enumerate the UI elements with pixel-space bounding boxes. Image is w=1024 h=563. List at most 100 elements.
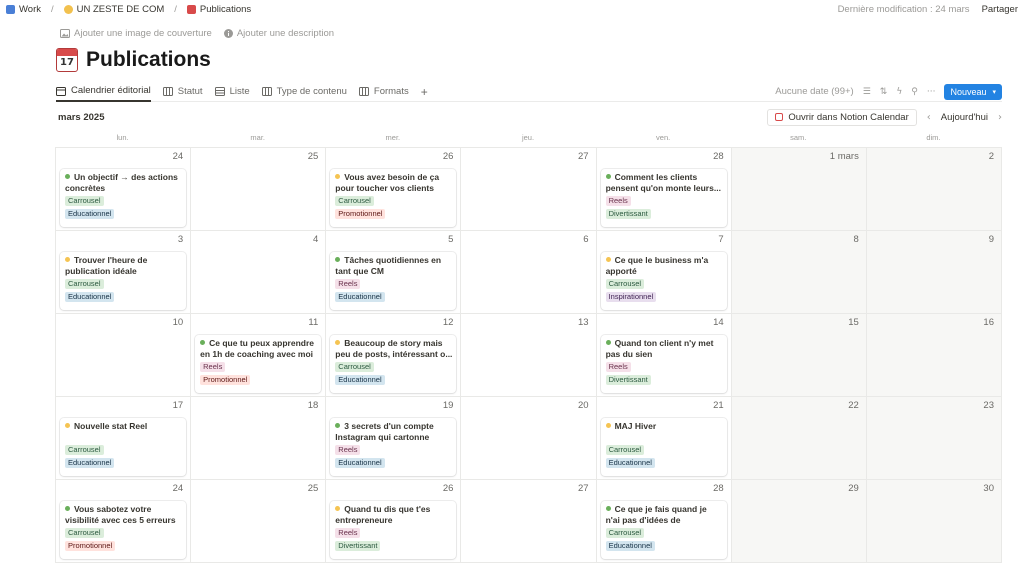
today-button[interactable]: Aujourd'hui [941,112,988,123]
calendar-day-cell[interactable]: 21 MAJ Hiver Carrousel Educationnel [596,397,732,480]
calendar-day-cell[interactable]: 24 Vous sabotez votre visibilité avec ces… [56,480,192,563]
calendar-day-cell[interactable]: 1 mars [731,148,867,231]
calendar-day-cell[interactable]: 11 Ce que tu peux apprendre en 1h de coac… [191,314,327,397]
filter-icon[interactable]: ☰ [863,87,871,97]
chevron-down-icon[interactable]: ▾ [992,88,996,96]
post-card[interactable]: MAJ Hiver Carrousel Educationnel [600,418,727,476]
search-icon[interactable]: ⚲ [911,87,918,97]
calendar-day-cell[interactable]: 3 Trouver l'heure de publication idéale Ca… [56,231,192,314]
post-card[interactable]: Trouver l'heure de publication idéale Car… [60,252,187,310]
calendar-day-cell[interactable]: 10 [56,314,192,397]
more-icon[interactable]: ··· [927,87,936,97]
calendar-emoji-icon[interactable]: 17 [56,48,78,72]
calendar-day-cell[interactable]: 13 [461,314,597,397]
status-dot-icon [65,174,70,179]
calendar-day-cell[interactable]: 23 [866,397,1002,480]
weekday-label: lun. [116,133,129,142]
add-cover-button[interactable]: Ajouter une image de couverture [60,28,212,39]
calendar-day-cell[interactable]: 28 Ce que je fais quand je n'ai pas d'idé… [596,480,732,563]
post-title-row: 3 secrets d'un compte Instagram qui cart… [335,421,452,442]
type-row: Educationnel [335,372,452,385]
calendar-day-cell[interactable]: 27 [461,148,597,231]
calendar-day-cell[interactable]: 20 [461,397,597,480]
tab-formats[interactable]: Formats [358,82,409,102]
post-card[interactable]: Quand ton client n'y met pas du sien Reel… [600,335,727,393]
day-number: 13 [577,317,589,328]
day-number: 16 [983,317,994,328]
post-title: Quand tu dis que t'es entrepreneure [335,504,431,525]
tab-liste[interactable]: Liste [214,82,250,102]
share-button[interactable]: Partager [982,4,1018,15]
breadcrumb: Work / UN ZESTE DE COM / Publications [6,4,251,15]
tab-calendrier-editorial[interactable]: Calendrier éditorial [56,82,151,102]
calendar-day-cell[interactable]: 30 [866,480,1002,563]
previous-month-button[interactable]: ‹ [927,112,931,123]
calendar-day-cell[interactable]: 18 [191,397,327,480]
day-number: 12 [442,317,454,328]
calendar-day-cell[interactable]: 12 Beaucoup de story mais peu de posts, i… [326,314,462,397]
calendar-day-cell[interactable]: 17 Nouvelle stat Reel Carrousel Educationne… [56,397,192,480]
post-card[interactable]: Vous sabotez votre visibilité avec ces 5… [60,501,187,559]
add-description-button[interactable]: Ajouter une description [223,28,334,39]
calendar-day-cell[interactable]: 26 Quand tu dis que t'es entrepreneure Ree… [326,480,462,563]
post-card[interactable]: Ce que le business m'a apporté Carrousel I… [600,252,727,310]
post-card[interactable]: 3 secrets d'un compte Instagram qui cart… [330,418,457,476]
no-date-button[interactable]: Aucune date (99+) [775,86,853,97]
calendar-day-cell[interactable]: 22 [731,397,867,480]
calendar-day-cell[interactable]: 14 Quand ton client n'y met pas du sien Re… [596,314,732,397]
breadcrumb-item-work[interactable]: Work [6,4,41,15]
post-card[interactable]: Un objectif → des actions concrètes Carro… [60,169,187,227]
month-label: mars 2025 [58,111,105,123]
tab-label: Formats [373,86,409,97]
calendar-day-cell[interactable]: 25 [191,480,327,563]
calendar-day-cell[interactable]: 16 [866,314,1002,397]
new-button[interactable]: Nouveau ▾ [944,83,1002,100]
day-number: 21 [713,400,724,411]
breadcrumb-item-publications[interactable]: Publications [186,4,251,15]
post-card[interactable]: Comment les clients pensent qu'on monte … [600,169,727,227]
post-card[interactable]: Tâches quotidiennes en tant que CM Reels E… [330,252,457,310]
day-number: 28 [713,483,724,494]
calendar-day-cell[interactable]: 9 [866,231,1002,314]
breadcrumb-item-zeste[interactable]: UN ZESTE DE COM [63,4,164,15]
type-tag: Divertissant [335,541,381,551]
calendar-day-cell[interactable]: 6 [461,231,597,314]
calendar-day-cell[interactable]: 2 [866,148,1002,231]
calendar-day-cell[interactable]: 5 Tâches quotidiennes en tant que CM Reels… [326,231,462,314]
post-title-row: Nouvelle stat Reel [65,421,182,442]
status-dot-icon [335,340,341,345]
calendar-day-cell[interactable]: 19 3 secrets d'un compte Instagram qui ca… [326,397,462,480]
calendar-day-cell[interactable]: 25 [191,148,327,231]
post-title-row: Quand tu dis que t'es entrepreneure [335,504,452,525]
calendar-day-cell[interactable]: 28 Comment les clients pensent qu'on mont… [596,148,732,231]
calendar-day-cell[interactable]: 27 [461,480,597,563]
automation-icon[interactable]: ϟ [896,87,902,97]
calendar-day-cell[interactable]: 26 Vous avez besoin de ça pour toucher vo… [326,148,462,231]
post-card[interactable]: Quand tu dis que t'es entrepreneure Reels… [330,501,457,559]
sort-icon[interactable]: ⇅ [880,87,888,97]
tab-type-de-contenu[interactable]: Type de contenu [261,82,347,102]
post-card[interactable]: Nouvelle stat Reel Carrousel Educationnel [60,418,187,476]
add-view-button[interactable]: + [421,85,428,99]
table-view-icon [214,87,225,96]
open-notion-calendar-button[interactable]: Ouvrir dans Notion Calendar [767,108,917,126]
type-row: Promotionnel [200,372,317,385]
breadcrumb-separator: / [174,3,177,15]
post-title: 3 secrets d'un compte Instagram qui cart… [335,421,434,442]
tab-statut[interactable]: Statut [162,82,203,102]
calendar-day-cell[interactable]: 24 Un objectif → des actions concrètes Car… [56,148,192,231]
next-month-button[interactable]: › [998,112,1002,123]
day-number: 6 [583,234,589,245]
post-title: Comment les clients pensent qu'on monte … [605,172,721,193]
page-header: 17 Publications [56,48,211,72]
post-card[interactable]: Vous avez besoin de ça pour toucher vos … [330,169,457,227]
calendar-day-cell[interactable]: 29 [731,480,867,563]
calendar-day-cell[interactable]: 4 [191,231,327,314]
post-card[interactable]: Beaucoup de story mais peu de posts, int… [330,335,457,393]
info-icon [223,29,233,38]
post-card[interactable]: Ce que je fais quand je n'ai pas d'idées… [600,501,727,559]
calendar-day-cell[interactable]: 8 [731,231,867,314]
calendar-day-cell[interactable]: 15 [731,314,867,397]
calendar-day-cell[interactable]: 7 Ce que le business m'a apporté Carrousel… [596,231,732,314]
post-card[interactable]: Ce que tu peux apprendre en 1h de coachi… [195,335,322,393]
